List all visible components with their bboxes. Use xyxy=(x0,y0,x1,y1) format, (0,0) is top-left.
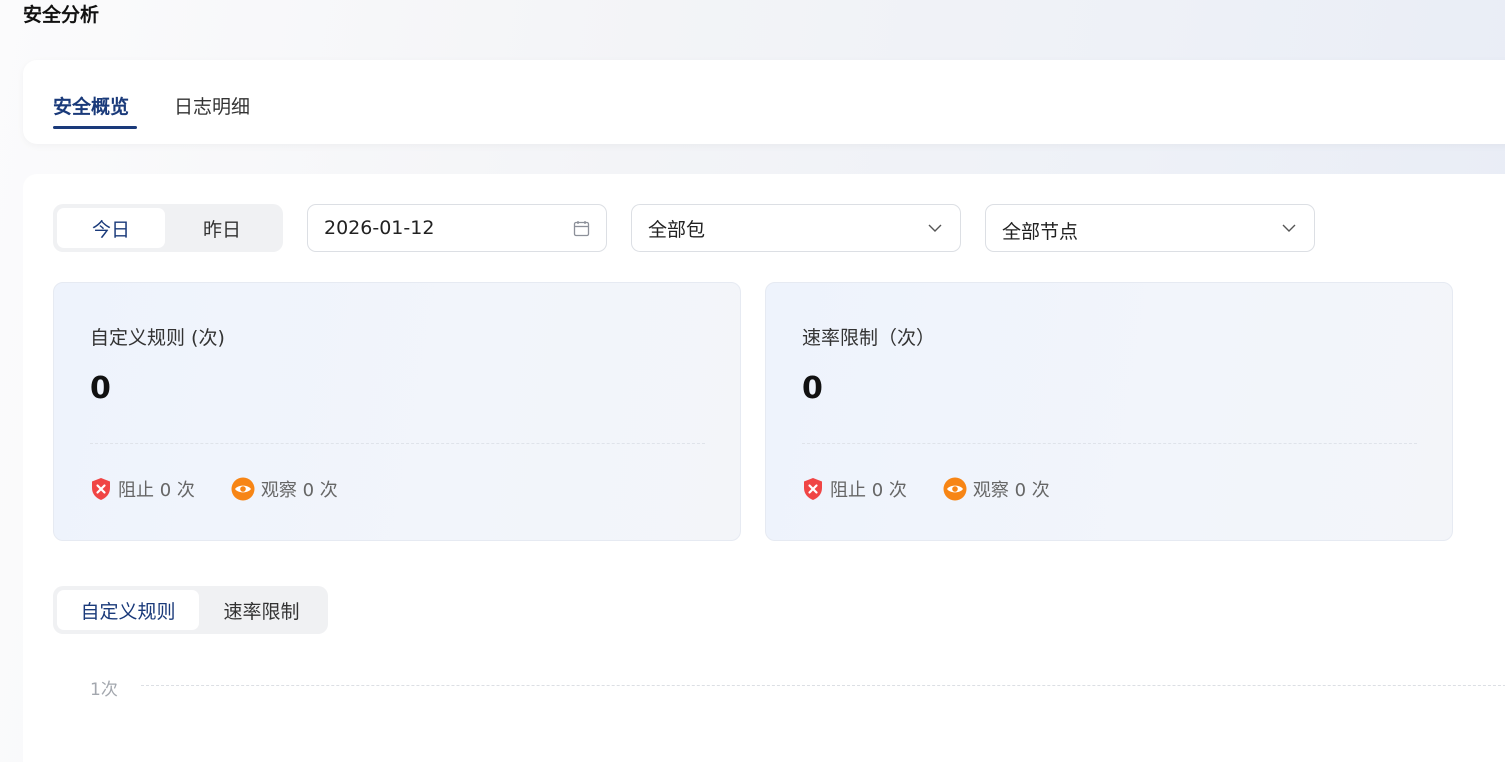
block-count-label: 阻止 0 次 xyxy=(118,480,195,501)
tab-bar: 安全概览 日志明细 xyxy=(23,60,1505,144)
block-shield-icon xyxy=(804,478,822,500)
observe-count-label: 观察 0 次 xyxy=(260,480,338,501)
chart-toggle-rate-limit[interactable]: 速率限制 xyxy=(199,590,324,630)
date-value: 2026-01-12 xyxy=(324,217,435,239)
chart-gridline xyxy=(141,685,1505,686)
stat-card-custom-rules: 自定义规则 (次) 0 阻止 0 次 观察 0 次 xyxy=(53,282,741,541)
day-toggle: 今日 昨日 xyxy=(53,204,283,252)
package-select-value: 全部包 xyxy=(648,218,706,241)
eye-icon xyxy=(943,477,967,501)
active-tab-indicator xyxy=(53,126,137,129)
block-count: 阻止 0 次 xyxy=(802,476,907,502)
page: 安全分析 安全概览 日志明细 今日 昨日 2026-01-12 全部包 全部节点… xyxy=(0,0,1505,762)
tab-security-overview[interactable]: 安全概览 xyxy=(53,92,129,119)
day-toggle-yesterday[interactable]: 昨日 xyxy=(165,208,279,248)
observe-count-label: 观察 0 次 xyxy=(972,480,1050,501)
day-toggle-today[interactable]: 今日 xyxy=(57,208,165,248)
node-select[interactable]: 全部节点 xyxy=(985,204,1315,252)
stat-label: 自定义规则 (次) xyxy=(90,327,225,349)
block-count: 阻止 0 次 xyxy=(90,476,195,502)
block-shield-icon xyxy=(92,478,110,500)
chart-type-toggle: 自定义规则 速率限制 xyxy=(53,586,328,634)
chart-toggle-custom-rules[interactable]: 自定义规则 xyxy=(57,590,199,630)
eye-icon xyxy=(231,477,255,501)
stat-breakdown: 阻止 0 次 观察 0 次 xyxy=(90,476,374,502)
node-select-value: 全部节点 xyxy=(1002,220,1079,243)
page-title: 安全分析 xyxy=(23,4,100,26)
stat-value: 0 xyxy=(90,371,111,406)
calendar-icon xyxy=(572,219,590,237)
observe-count: 观察 0 次 xyxy=(943,476,1050,502)
y-axis-tick-label: 1次 xyxy=(90,680,118,700)
package-select[interactable]: 全部包 xyxy=(631,204,961,252)
divider xyxy=(90,443,705,444)
chevron-down-icon xyxy=(1280,219,1298,237)
tab-log-details[interactable]: 日志明细 xyxy=(174,92,250,119)
stat-value: 0 xyxy=(802,371,823,406)
main-panel: 今日 昨日 2026-01-12 全部包 全部节点 自定义规则 (次) 0 阻止… xyxy=(23,174,1505,762)
block-count-label: 阻止 0 次 xyxy=(830,480,907,501)
observe-count: 观察 0 次 xyxy=(231,476,338,502)
stat-breakdown: 阻止 0 次 观察 0 次 xyxy=(802,476,1086,502)
divider xyxy=(802,443,1417,444)
stat-card-rate-limit: 速率限制（次） 0 阻止 0 次 观察 0 次 xyxy=(765,282,1453,541)
chevron-down-icon xyxy=(926,219,944,237)
date-picker[interactable]: 2026-01-12 xyxy=(307,204,607,252)
stat-label: 速率限制（次） xyxy=(802,327,936,349)
